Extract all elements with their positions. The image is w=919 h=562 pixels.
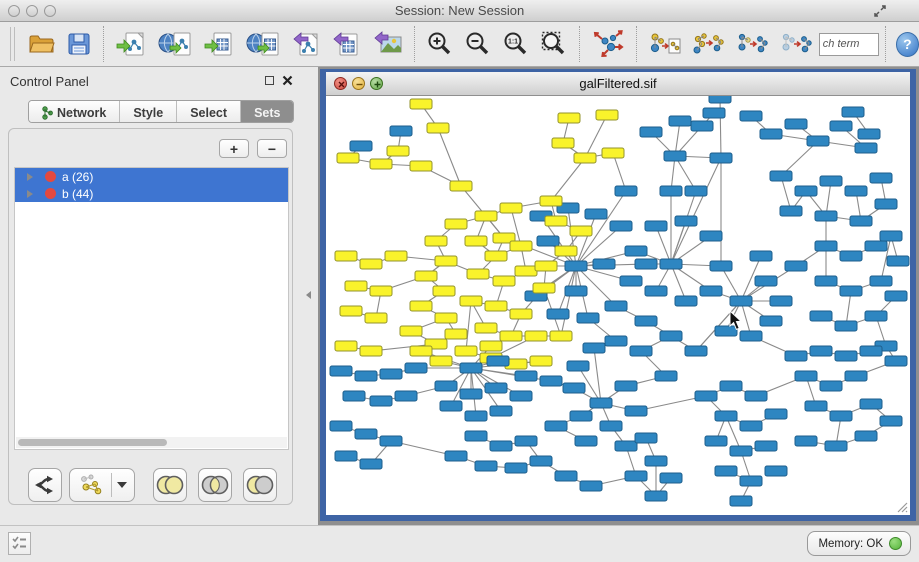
save-session-button[interactable] <box>65 27 93 61</box>
memory-status-button[interactable]: Memory: OK <box>807 531 911 556</box>
memory-status-label: Memory: OK <box>818 538 883 550</box>
svg-text:1:1: 1:1 <box>508 39 518 46</box>
search-input[interactable] <box>819 33 879 56</box>
control-panel: Control Panel Network Style Select Sets … <box>0 67 300 525</box>
network-canvas[interactable] <box>326 96 910 515</box>
venn-intersection-icon <box>200 473 230 497</box>
memory-ok-icon <box>889 537 902 550</box>
zoom-in-button[interactable] <box>425 27 455 61</box>
set-label: a (26) <box>62 170 93 184</box>
remove-set-button[interactable]: − <box>257 139 287 158</box>
toolbar-separator <box>885 26 886 62</box>
statusbar: Memory: OK <box>0 525 919 562</box>
split-arrows-icon <box>33 473 57 497</box>
tab-label: Sets <box>254 106 280 120</box>
panel-splitter[interactable] <box>300 67 318 525</box>
import-table-file-button[interactable] <box>202 27 236 61</box>
sets-list: a (26) b (44) <box>14 167 289 450</box>
network-window-title: galFiltered.sif <box>326 76 910 91</box>
toolbar-separator <box>579 26 580 62</box>
add-set-button[interactable]: + <box>219 139 249 158</box>
import-network-url-button[interactable] <box>156 27 194 61</box>
expander-icon[interactable] <box>27 190 33 198</box>
close-panel-icon[interactable] <box>282 75 293 86</box>
toolbar-grip[interactable] <box>10 27 15 61</box>
window-title: Session: New Session <box>0 3 919 18</box>
expander-icon[interactable] <box>27 173 33 181</box>
float-panel-icon[interactable] <box>265 76 274 85</box>
create-set-from-selection-button[interactable] <box>69 468 135 502</box>
toolbar-separator <box>414 26 415 62</box>
collapse-arrow-icon[interactable] <box>306 291 311 299</box>
set-row-b[interactable]: b (44) <box>15 185 288 202</box>
network-window-titlebar[interactable]: galFiltered.sif <box>326 72 910 96</box>
new-network-from-selection-button[interactable] <box>647 27 683 61</box>
scrollbar-thumb[interactable] <box>18 439 167 446</box>
zoom-actual-size-button[interactable]: 1:1 <box>501 27 531 61</box>
difference-button[interactable] <box>243 468 277 502</box>
open-session-button[interactable] <box>25 27 57 61</box>
titlebar: Session: New Session <box>0 0 919 22</box>
dropdown-arrow-icon <box>117 482 127 488</box>
horizontal-scrollbar[interactable] <box>16 437 287 448</box>
export-image-button[interactable] <box>370 27 404 61</box>
venn-difference-icon <box>245 473 275 497</box>
task-history-button[interactable] <box>8 532 31 555</box>
help-glyph: ? <box>903 36 912 52</box>
toolbar-separator <box>636 26 637 62</box>
tab-label: Style <box>133 106 163 120</box>
tab-select[interactable]: Select <box>177 101 241 122</box>
network-tree-icon <box>42 106 53 120</box>
set-color-icon <box>45 171 56 182</box>
control-panel-header: Control Panel <box>0 67 300 97</box>
set-label: b (44) <box>62 187 93 201</box>
export-table-button[interactable] <box>330 27 362 61</box>
tab-label: Select <box>190 106 227 120</box>
intersection-button[interactable] <box>198 468 232 502</box>
set-color-icon <box>45 188 56 199</box>
fullscreen-icon[interactable] <box>873 4 887 18</box>
network-desktop: galFiltered.sif <box>318 67 919 525</box>
tab-network[interactable]: Network <box>29 101 120 122</box>
help-button[interactable]: ? <box>896 32 919 57</box>
import-network-file-button[interactable] <box>114 27 148 61</box>
apply-preferred-layout-button[interactable] <box>590 27 626 61</box>
tab-sets[interactable]: Sets <box>241 101 293 122</box>
select-from-set-button[interactable] <box>691 27 727 61</box>
main-toolbar: 1:1 ? <box>0 22 919 67</box>
hide-selected-button[interactable] <box>735 27 771 61</box>
yellow-network-icon <box>78 474 106 496</box>
unhide-all-button[interactable] <box>779 27 815 61</box>
zoom-fit-selected-button[interactable] <box>539 27 569 61</box>
control-panel-title: Control Panel <box>10 74 89 89</box>
export-network-button[interactable] <box>290 27 322 61</box>
network-window[interactable]: galFiltered.sif <box>320 69 916 521</box>
checklist-icon <box>12 535 27 550</box>
mouse-cursor <box>729 310 743 331</box>
venn-union-icon <box>155 473 185 497</box>
sets-panel: + − a (26) b (44) <box>8 128 293 505</box>
toolbar-separator <box>103 26 104 62</box>
control-panel-tabbar: Network Style Select Sets <box>28 100 294 123</box>
zoom-out-button[interactable] <box>463 27 493 61</box>
import-table-url-button[interactable] <box>244 27 282 61</box>
resize-grip-icon[interactable] <box>894 499 908 513</box>
tab-label: Network <box>57 106 106 120</box>
application-window: Session: New Session <box>0 0 919 562</box>
union-button[interactable] <box>153 468 187 502</box>
set-row-a[interactable]: a (26) <box>15 168 288 185</box>
split-set-button[interactable] <box>28 468 62 502</box>
tab-style[interactable]: Style <box>120 101 177 122</box>
